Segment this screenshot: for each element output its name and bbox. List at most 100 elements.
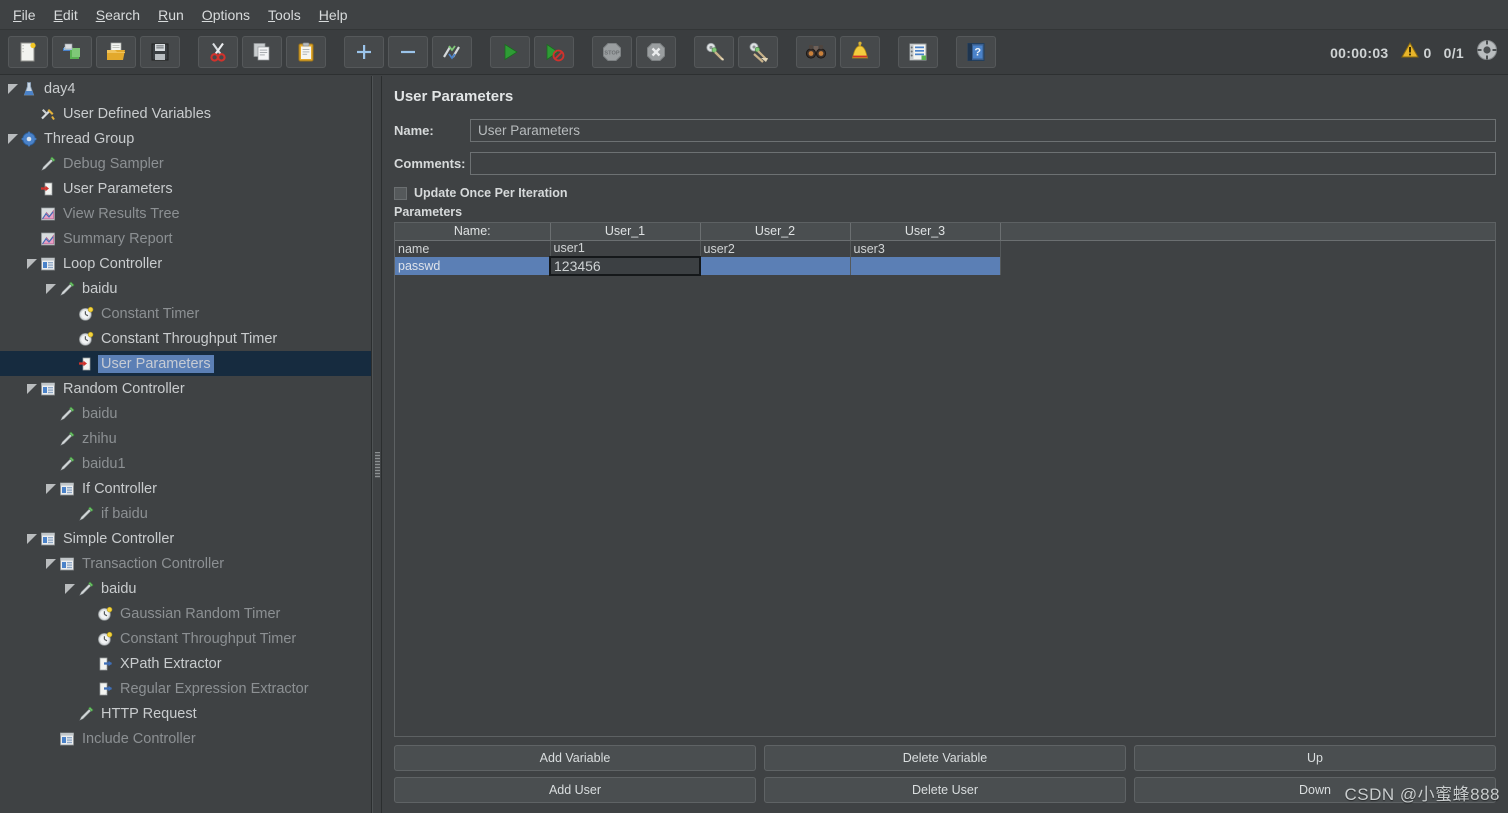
clear-button[interactable] — [694, 36, 734, 68]
table-column-header[interactable]: User_3 — [850, 223, 1001, 241]
tree-item-gaussian-random-timer[interactable]: Gaussian Random Timer — [0, 601, 371, 626]
chevron-down-icon[interactable] — [44, 482, 57, 495]
split-divider-grip[interactable] — [375, 452, 380, 478]
plus-button[interactable] — [344, 36, 384, 68]
minus-button[interactable] — [388, 36, 428, 68]
tree-item-thread-group[interactable]: Thread Group — [0, 126, 371, 151]
tree-item-day4[interactable]: day4 — [0, 76, 371, 101]
delete-user-button[interactable]: Delete User — [764, 777, 1126, 803]
comments-input[interactable] — [470, 152, 1496, 175]
copy-documents-button[interactable] — [242, 36, 282, 68]
table-cell[interactable]: name — [395, 240, 551, 257]
help-book-button[interactable]: ? — [956, 36, 996, 68]
chevron-down-icon[interactable] — [25, 257, 38, 270]
add-variable-button[interactable]: Add Variable — [394, 745, 756, 771]
tree-item-http-request[interactable]: HTTP Request — [0, 701, 371, 726]
tree-item-regular-expression-extractor[interactable]: Regular Expression Extractor — [0, 676, 371, 701]
table-cell[interactable]: user1 — [550, 240, 701, 257]
move-up-button[interactable]: Up — [1134, 745, 1496, 771]
tree-item-baidu[interactable]: baidu — [0, 401, 371, 426]
menu-search[interactable]: Search — [87, 3, 149, 27]
move-down-button[interactable]: Down — [1134, 777, 1496, 803]
open-folder-button[interactable] — [96, 36, 136, 68]
new-file-button[interactable] — [8, 36, 48, 68]
play-no-timers-button[interactable] — [534, 36, 574, 68]
tree-item-constant-throughput-timer[interactable]: Constant Throughput Timer — [0, 626, 371, 651]
split-divider[interactable] — [372, 76, 382, 813]
chevron-down-icon[interactable] — [6, 82, 19, 95]
chevron-down-icon[interactable] — [25, 382, 38, 395]
templates-button[interactable] — [52, 36, 92, 68]
menu-tools[interactable]: Tools — [259, 3, 310, 27]
tree-item-view-results-tree[interactable]: View Results Tree — [0, 201, 371, 226]
table-cell[interactable] — [700, 257, 851, 275]
tree-item-if-baidu[interactable]: if baidu — [0, 501, 371, 526]
tree-item-baidu[interactable]: baidu — [0, 276, 371, 301]
menu-edit[interactable]: Edit — [45, 3, 87, 27]
table-cell-editing[interactable]: 123456 — [549, 256, 701, 276]
tree-item-debug-sampler[interactable]: Debug Sampler — [0, 151, 371, 176]
tree-item-constant-timer[interactable]: Constant Timer — [0, 301, 371, 326]
toggle-button[interactable] — [432, 36, 472, 68]
table-cell[interactable] — [850, 257, 1001, 275]
tree-item-user-parameters[interactable]: User Parameters — [0, 351, 371, 376]
tree-item-summary-report[interactable]: Summary Report — [0, 226, 371, 251]
parameters-table-body[interactable]: name user1 user2 user3 passwd 123456 — [395, 240, 1495, 276]
tree-item-baidu[interactable]: baidu — [0, 576, 371, 601]
menu-help[interactable]: Help — [310, 3, 357, 27]
controller-icon — [39, 530, 56, 547]
table-column-header[interactable]: User_1 — [550, 223, 701, 241]
chevron-down-icon[interactable] — [63, 582, 76, 595]
chevron-down-icon[interactable] — [44, 557, 57, 570]
clear-all-button[interactable] — [738, 36, 778, 68]
add-user-button[interactable]: Add User — [394, 777, 756, 803]
menu-options[interactable]: Options — [193, 3, 259, 27]
shutdown-button[interactable] — [636, 36, 676, 68]
paste-clipboard-button[interactable] — [286, 36, 326, 68]
tree-item-include-controller[interactable]: Include Controller — [0, 726, 371, 751]
table-row[interactable]: name user1 user2 user3 — [395, 240, 1495, 257]
tree-item-loop-controller[interactable]: Loop Controller — [0, 251, 371, 276]
table-column-header[interactable]: Name: — [395, 223, 551, 241]
table-cell[interactable]: user2 — [700, 240, 851, 257]
update-once-row[interactable]: Update Once Per Iteration — [382, 183, 1508, 203]
cut-scissors-button[interactable] — [198, 36, 238, 68]
table-column-header[interactable]: User_2 — [700, 223, 851, 241]
warning-count: 0 — [1423, 44, 1432, 61]
tree-item-baidu1[interactable]: baidu1 — [0, 451, 371, 476]
chevron-down-icon[interactable] — [6, 132, 19, 145]
tree-item-simple-controller[interactable]: Simple Controller — [0, 526, 371, 551]
stop-button[interactable]: STOP — [592, 36, 632, 68]
tree-item-zhihu[interactable]: zhihu — [0, 426, 371, 451]
tree-item-constant-throughput-timer[interactable]: Constant Throughput Timer — [0, 326, 371, 351]
table-row[interactable]: passwd 123456 — [395, 256, 1495, 276]
menu-run[interactable]: Run — [149, 3, 193, 27]
chevron-down-icon[interactable] — [44, 282, 57, 295]
tree-item-transaction-controller[interactable]: Transaction Controller — [0, 551, 371, 576]
tree-item-label: Gaussian Random Timer — [120, 605, 281, 622]
save-floppy-button[interactable] — [140, 36, 180, 68]
tree-item-xpath-extractor[interactable]: XPath Extractor — [0, 651, 371, 676]
controller-icon — [39, 380, 56, 397]
warning-triangle-icon[interactable] — [1400, 41, 1419, 63]
clear-icon — [703, 41, 725, 63]
function-helper-button[interactable] — [840, 36, 880, 68]
config-element-icon — [39, 105, 56, 122]
search-binoculars-button[interactable] — [796, 36, 836, 68]
play-button[interactable] — [490, 36, 530, 68]
tree-item-label: User Parameters — [98, 354, 214, 373]
templates-list-button[interactable] — [898, 36, 938, 68]
tree-item-user-parameters[interactable]: User Parameters — [0, 176, 371, 201]
tree-item-random-controller[interactable]: Random Controller — [0, 376, 371, 401]
menu-file[interactable]: File — [4, 3, 45, 27]
table-cell[interactable]: passwd — [395, 257, 551, 275]
tree-item-if-controller[interactable]: If Controller — [0, 476, 371, 501]
update-once-checkbox[interactable] — [394, 186, 407, 200]
test-plan-tree[interactable]: day4 User Defined Variables Thread Group De… — [0, 76, 372, 813]
tree-item-user-defined-variables[interactable]: User Defined Variables — [0, 101, 371, 126]
table-cell[interactable]: user3 — [850, 240, 1001, 257]
parameters-table-container[interactable]: Name: User_1 User_2 User_3 name user1 user2 us… — [394, 222, 1496, 737]
delete-variable-button[interactable]: Delete Variable — [764, 745, 1126, 771]
name-input[interactable] — [470, 119, 1496, 142]
chevron-down-icon[interactable] — [25, 532, 38, 545]
